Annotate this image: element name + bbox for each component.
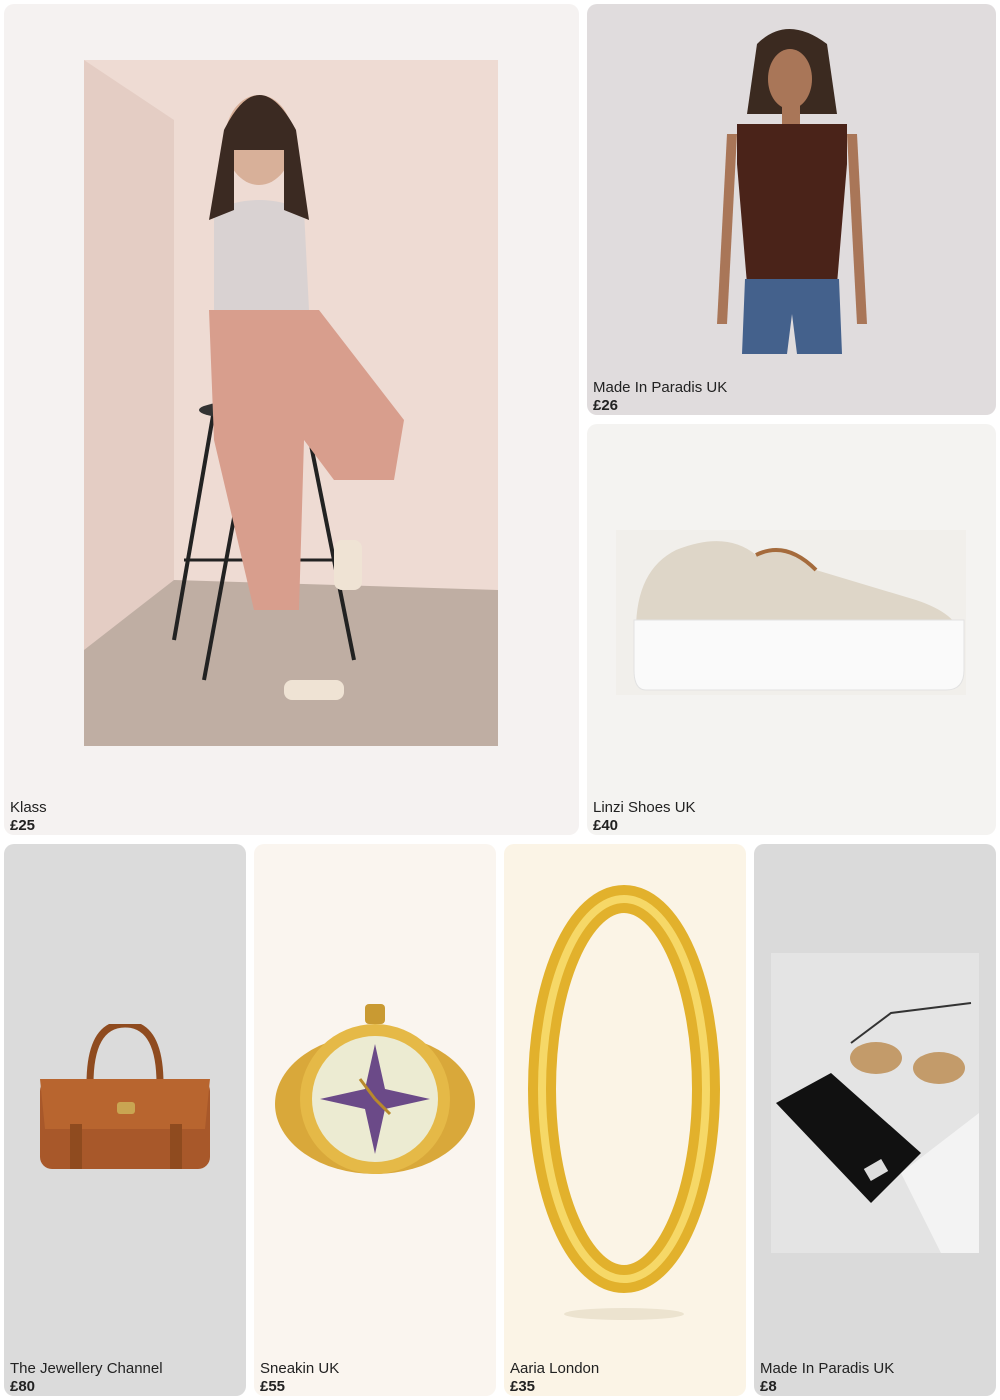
tan-satchel-image [40, 1024, 210, 1169]
brand-name: Linzi Shoes UK [593, 799, 696, 816]
product-caption: Made In Paradis UK £8 [760, 1360, 894, 1396]
product-caption: The Jewellery Channel £80 [10, 1360, 163, 1396]
sunglasses-with-pouch-image [771, 953, 979, 1253]
product-card-klass[interactable]: Klass £25 [4, 4, 579, 835]
gold-hoop-earring-image [528, 885, 720, 1320]
product-caption: Made In Paradis UK £26 [593, 379, 727, 415]
product-card-linzi-shoes[interactable]: Linzi Shoes UK £40 [587, 424, 996, 835]
price: £35 [510, 1378, 536, 1395]
product-caption: Klass £25 [10, 799, 47, 835]
brand-name: The Jewellery Channel [10, 1360, 163, 1377]
price: £8 [760, 1378, 777, 1395]
product-caption: Sneakin UK £55 [260, 1360, 339, 1396]
product-card-sneakin[interactable]: Sneakin UK £55 [254, 844, 496, 1396]
brand-name: Sneakin UK [260, 1360, 340, 1377]
product-caption: Linzi Shoes UK £40 [593, 799, 696, 835]
product-caption: Aaria London £35 [510, 1360, 599, 1396]
price: £80 [10, 1378, 36, 1395]
brand-name: Aaria London [510, 1360, 600, 1377]
price: £25 [10, 817, 36, 834]
product-image[interactable] [84, 60, 498, 746]
brand-name: Made In Paradis UK [760, 1360, 895, 1377]
product-image[interactable] [20, 1024, 230, 1174]
brown-vest-top-image [717, 29, 867, 354]
brand-name: Klass [10, 799, 47, 816]
brand-name: Made In Paradis UK [593, 379, 728, 396]
product-card-made-in-paradis-sunglasses[interactable]: Made In Paradis UK £8 [754, 844, 996, 1396]
product-image[interactable] [524, 874, 724, 1324]
beige-sneaker-image [633, 541, 965, 691]
product-card-aaria-london[interactable]: Aaria London £35 [504, 844, 746, 1396]
gold-ring-watch-image [275, 1004, 475, 1174]
price: £26 [593, 397, 619, 414]
product-image[interactable] [771, 953, 979, 1253]
price: £40 [593, 817, 619, 834]
product-image[interactable] [616, 530, 966, 695]
product-card-made-in-paradis-vest[interactable]: Made In Paradis UK £26 [587, 4, 996, 415]
product-card-jewellery-channel[interactable]: The Jewellery Channel £80 [4, 844, 246, 1396]
product-image[interactable] [687, 24, 897, 364]
price: £55 [260, 1378, 286, 1395]
product-image[interactable] [270, 1004, 480, 1194]
woman-on-stool-image [84, 60, 498, 746]
